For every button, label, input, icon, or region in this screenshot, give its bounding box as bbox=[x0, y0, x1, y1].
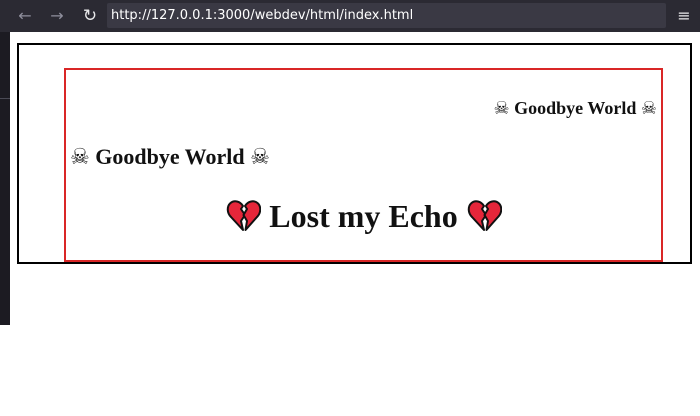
skull-crossbones-icon: ☠ bbox=[70, 145, 90, 170]
forward-arrow-icon[interactable]: → bbox=[45, 4, 69, 28]
lost-echo-heading-text: Lost my Echo bbox=[269, 198, 458, 234]
browser-toolbar: ← → ↻ http://127.0.0.1:3000/webdev/html/… bbox=[0, 0, 700, 32]
url-bar[interactable]: http://127.0.0.1:3000/webdev/html/index.… bbox=[107, 3, 666, 28]
skull-crossbones-icon: ☠ bbox=[640, 98, 657, 119]
goodbye-heading-right-text: Goodbye World bbox=[514, 98, 637, 118]
broken-heart-icon bbox=[225, 198, 269, 234]
hamburger-menu-icon[interactable]: ≡ bbox=[672, 4, 696, 28]
page-viewport: ☠ Goodbye World ☠ ☠ Goodbye World ☠ Lost… bbox=[10, 32, 700, 416]
outer-container: ☠ Goodbye World ☠ ☠ Goodbye World ☠ Lost… bbox=[17, 43, 692, 264]
side-divider bbox=[0, 98, 10, 99]
goodbye-heading-left-text: Goodbye World bbox=[95, 144, 245, 169]
inner-container: ☠ Goodbye World ☠ ☠ Goodbye World ☠ Lost… bbox=[64, 68, 663, 262]
lost-echo-heading: Lost my Echo bbox=[66, 196, 661, 236]
skull-crossbones-icon: ☠ bbox=[493, 98, 510, 119]
skull-crossbones-icon: ☠ bbox=[250, 145, 270, 170]
goodbye-heading-right: ☠ Goodbye World ☠ bbox=[494, 97, 657, 120]
reload-icon[interactable]: ↻ bbox=[78, 4, 102, 28]
side-panel-strip bbox=[0, 32, 10, 325]
broken-heart-icon bbox=[466, 198, 502, 234]
back-arrow-icon[interactable]: ← bbox=[13, 4, 37, 28]
goodbye-heading-left: ☠ Goodbye World ☠ bbox=[70, 144, 270, 171]
